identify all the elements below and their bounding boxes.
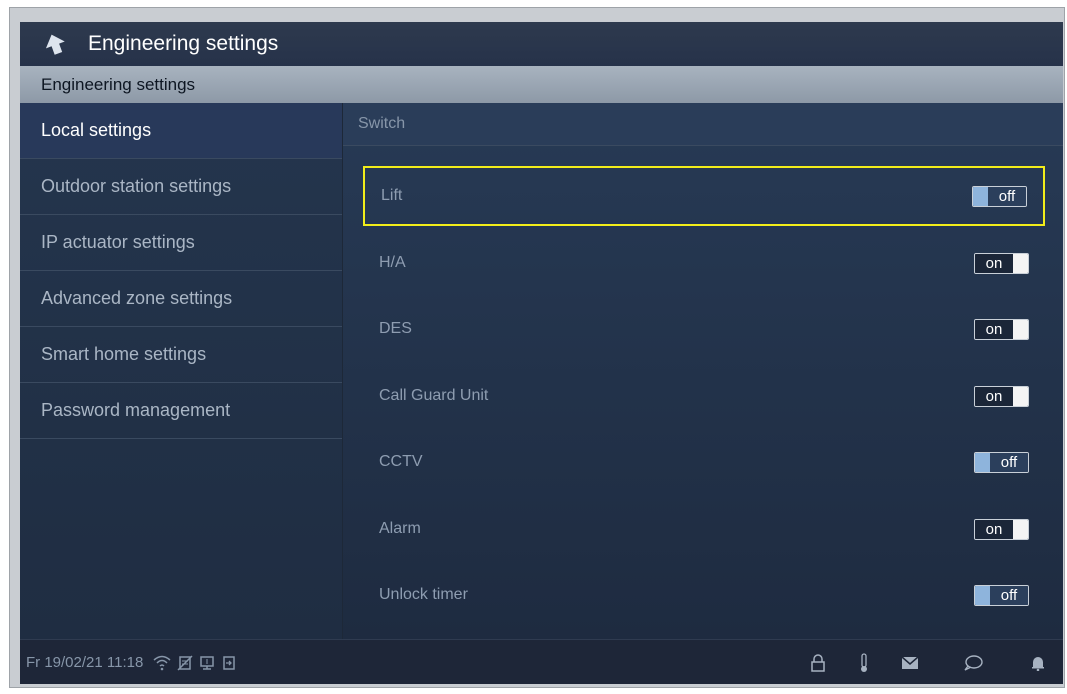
toggle-state: on xyxy=(975,386,1013,406)
sidebar-item-label: Password management xyxy=(41,400,231,420)
sidebar-item-label: Advanced zone settings xyxy=(41,288,233,308)
toggle-switch[interactable]: on xyxy=(974,252,1029,274)
switch-label: Call Guard Unit xyxy=(379,387,489,404)
switch-label: H/A xyxy=(379,254,406,271)
toggle-state: on xyxy=(975,319,1013,339)
switch-row-lift[interactable]: Lift off xyxy=(363,166,1045,226)
switch-row-alarm[interactable]: Alarm on xyxy=(363,499,1045,559)
switch-label: Lift xyxy=(381,187,403,204)
toggle-state: on xyxy=(975,519,1013,539)
sidebar-item-label: Local settings xyxy=(41,120,152,140)
content-panel: Switch Lift off H/A on DES on Call Guard… xyxy=(343,103,1063,639)
switch-label: Alarm xyxy=(379,520,421,537)
toggle-state: off xyxy=(990,585,1028,605)
sidebar-item-ip-actuator-settings[interactable]: IP actuator settings xyxy=(20,215,342,271)
back-button[interactable] xyxy=(20,22,90,66)
switch-row-cctv[interactable]: CCTV off xyxy=(363,432,1045,492)
mail-icon[interactable] xyxy=(887,655,933,670)
sidebar-item-advanced-zone-settings[interactable]: Advanced zone settings xyxy=(20,271,342,327)
toggle-switch[interactable]: on xyxy=(974,385,1029,407)
toggle-switch[interactable]: off xyxy=(974,451,1029,473)
sidebar-item-outdoor-station-settings[interactable]: Outdoor station settings xyxy=(20,159,342,215)
switch-label: DES xyxy=(379,320,412,337)
section-title: Engineering settings xyxy=(41,74,196,94)
sidebar: Local settings Outdoor station settings … xyxy=(20,103,342,639)
page-title: Engineering settings xyxy=(88,32,279,55)
switch-label: CCTV xyxy=(379,453,423,470)
group-title: Switch xyxy=(358,115,406,132)
section-header: Engineering settings xyxy=(20,66,1063,103)
status-bar: Fr 19/02/21 11:18 xyxy=(20,639,1063,684)
toggle-state: on xyxy=(975,253,1013,273)
no-disturb-icon xyxy=(177,654,193,671)
chat-icon[interactable] xyxy=(933,654,1013,671)
wifi-icon xyxy=(153,655,171,671)
toggle-knob xyxy=(973,186,988,206)
toggle-switch[interactable]: off xyxy=(974,584,1029,606)
sidebar-item-password-management[interactable]: Password management xyxy=(20,383,342,439)
sidebar-item-smart-home-settings[interactable]: Smart home settings xyxy=(20,327,342,383)
toggle-knob xyxy=(1013,386,1028,406)
door-icon xyxy=(221,655,237,671)
toggle-knob xyxy=(1013,519,1028,539)
toggle-switch[interactable]: off xyxy=(972,185,1027,207)
switch-label: Unlock timer xyxy=(379,586,468,603)
sidebar-item-label: IP actuator settings xyxy=(41,232,195,252)
date-time: Fr 19/02/21 11:18 xyxy=(26,654,144,671)
toggle-state: off xyxy=(988,186,1026,206)
sidebar-item-label: Outdoor station settings xyxy=(41,176,232,196)
bell-icon[interactable] xyxy=(1013,655,1063,671)
toggle-state: off xyxy=(990,452,1028,472)
lock-icon[interactable] xyxy=(795,653,841,672)
toggle-knob xyxy=(1013,253,1028,273)
monitor-icon xyxy=(199,655,215,671)
toggle-knob xyxy=(975,452,990,472)
title-bar: Engineering settings xyxy=(20,22,1063,66)
toggle-knob xyxy=(1013,319,1028,339)
toggle-switch[interactable]: on xyxy=(974,318,1029,340)
switch-row-unlock-timer[interactable]: Unlock timer off xyxy=(363,565,1045,625)
group-header: Switch xyxy=(343,103,1063,146)
sidebar-item-local-settings[interactable]: Local settings xyxy=(20,103,342,159)
back-arrow-icon xyxy=(45,34,65,55)
status-icons-left xyxy=(153,654,237,671)
switch-row-ha[interactable]: H/A on xyxy=(363,233,1045,293)
sidebar-item-label: Smart home settings xyxy=(41,344,207,364)
switch-row-call-guard-unit[interactable]: Call Guard Unit on xyxy=(363,366,1045,426)
status-icons-right xyxy=(795,640,1063,684)
thermometer-icon[interactable] xyxy=(841,652,887,673)
toggle-switch[interactable]: on xyxy=(974,518,1029,540)
switch-row-des[interactable]: DES on xyxy=(363,299,1045,359)
screen: Engineering settings Engineering setting… xyxy=(20,22,1063,684)
toggle-knob xyxy=(975,585,990,605)
